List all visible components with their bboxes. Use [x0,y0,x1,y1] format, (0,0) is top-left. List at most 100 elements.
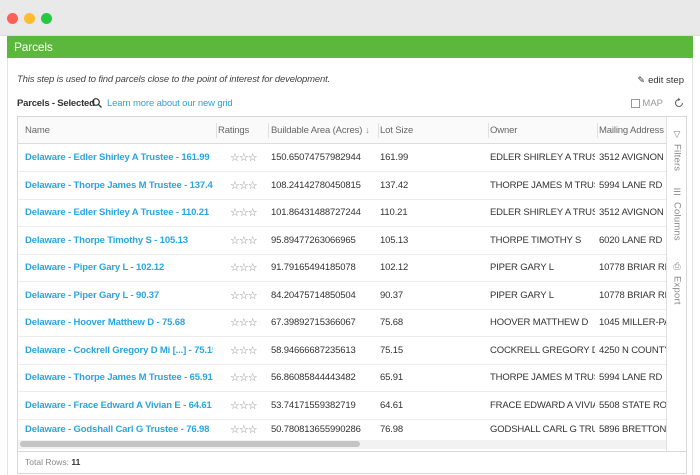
mailing-address-cell: 3512 AVIGNON PL [599,152,666,163]
lot-size-cell: 102.12 [380,262,409,273]
total-rows-label: Total Rows: [25,457,69,467]
buildable-area-cell: 108.24142780450815 [271,179,361,191]
owner-cell: THORPE JAMES M TRUST... [490,372,595,383]
grid-footer: Total Rows: 11 [17,452,687,474]
mailing-address-cell: 5508 STATE ROUTE [599,399,666,411]
buildable-area-cell: 53.74171559382719 [271,399,356,411]
map-button[interactable]: MAP [631,98,663,109]
section-title: Parcels [14,40,53,54]
column-header-ratings[interactable]: Ratings [218,117,268,143]
export-tab[interactable]: ⎙ Export [667,261,686,305]
section-header: Parcels [7,36,693,58]
pencil-icon: ✎ [637,75,646,85]
learn-grid-link[interactable]: Learn more about our new grid [107,98,233,109]
column-header-lot-size[interactable]: Lot Size [380,117,485,143]
export-icon: ⎙ [673,261,681,271]
table-row[interactable]: Delaware - Thorpe James M Trustee - 137.… [18,172,666,200]
parcel-name-link[interactable]: Delaware - Godshall Carl G Trustee - 76.… [25,424,209,435]
buildable-area-cell: 150.65074757982944 [271,152,361,163]
owner-cell: FRACE EDWARD A VIVIAN E [490,399,595,411]
lot-size-cell: 75.68 [380,317,404,328]
parcel-name-link[interactable]: Delaware - Piper Gary L - 102.12 [25,262,164,273]
search-icon[interactable] [91,97,103,109]
buildable-area-cell: 67.39892715366067 [271,317,356,328]
table-row[interactable]: Delaware - Thorpe James M Trustee - 65.9… [18,364,666,392]
lot-size-cell: 110.21 [380,207,408,218]
horizontal-scrollbar[interactable] [18,440,666,449]
parcel-name-link[interactable]: Delaware - Frace Edward A Vivian E - 64.… [25,400,212,411]
rating-stars[interactable]: ☆☆☆ [218,316,258,329]
close-window-button[interactable] [7,13,18,24]
owner-cell: THORPE TIMOTHY S [490,234,582,246]
grid-side-panel: ▽ Filters ☰ Columns ⎙ Export [666,117,686,451]
owner-cell: GODSHALL CARL G TRUST... [490,423,595,435]
column-header-owner[interactable]: Owner [490,117,595,143]
parcel-name-link[interactable]: Delaware - Thorpe James M Trustee - 137.… [25,180,213,191]
mailing-address-cell: 10778 BRIAR RD [599,262,666,273]
parcels-panel: This step is used to find parcels close … [7,58,693,475]
export-tab-label: Export [671,276,683,305]
grid-body: Name Ratings Buildable Area (Acres) ↓ Lo… [18,117,666,451]
parcels-grid: Name Ratings Buildable Area (Acres) ↓ Lo… [17,116,687,452]
total-rows-value: 11 [71,457,81,467]
lot-size-cell: 64.61 [380,399,404,411]
parcel-name-link[interactable]: Delaware - Hoover Matthew D - 75.68 [25,317,185,328]
lot-size-cell: 105.13 [380,234,409,246]
table-row[interactable]: Delaware - Godshall Carl G Trustee - 76.… [18,418,666,440]
columns-tab[interactable]: ☰ Columns [667,187,686,241]
table-row[interactable]: Delaware - Piper Gary L - 90.37 ☆☆☆ 84.2… [18,282,666,310]
parcel-name-link[interactable]: Delaware - Edler Shirley A Trustee - 110… [25,207,209,218]
minimize-window-button[interactable] [24,13,35,24]
parcel-name-link[interactable]: Delaware - Edler Shirley A Trustee - 161… [25,152,210,163]
filters-tab[interactable]: ▽ Filters [667,129,686,171]
rating-stars[interactable]: ☆☆☆ [218,344,258,357]
grid-header-row: Name Ratings Buildable Area (Acres) ↓ Lo… [18,117,666,144]
step-description: This step is used to find parcels close … [17,74,331,85]
column-header-mailing-address[interactable]: Mailing Address [599,117,666,143]
horizontal-scroll-thumb[interactable] [20,441,360,447]
parcel-name-link[interactable]: Delaware - Cockrell Gregory D Mi [...] -… [25,345,213,356]
owner-cell: EDLER SHIRLEY A TRUSTEE [490,207,595,218]
table-row[interactable]: Delaware - Thorpe Timothy S - 105.13 ☆☆☆… [18,227,666,255]
column-header-name[interactable]: Name [25,117,213,143]
lot-size-cell: 161.99 [380,152,409,163]
buildable-area-cell: 101.86431488727244 [271,207,361,218]
rating-stars[interactable]: ☆☆☆ [218,289,258,302]
rating-stars[interactable]: ☆☆☆ [218,261,258,274]
edit-step-button[interactable]: ✎ edit step [638,75,684,86]
mailing-address-cell: 5994 LANE RD [599,179,663,191]
rating-stars[interactable]: ☆☆☆ [218,371,258,384]
rating-stars[interactable]: ☆☆☆ [218,151,258,164]
parcel-name-link[interactable]: Delaware - Thorpe James M Trustee - 65.9… [25,372,213,383]
rating-stars[interactable]: ☆☆☆ [218,423,258,436]
mailing-address-cell: 4250 N COUNTY LIN [599,344,666,356]
column-header-buildable-area[interactable]: Buildable Area (Acres) ↓ [270,117,375,143]
parcel-name-link[interactable]: Delaware - Piper Gary L - 90.37 [25,290,159,301]
buildable-area-cell: 91.79165494185078 [271,262,356,273]
zoom-window-button[interactable] [41,13,52,24]
edit-step-label: edit step [648,75,684,86]
buildable-area-cell: 58.94666687235613 [271,344,356,356]
rating-stars[interactable]: ☆☆☆ [218,399,258,412]
table-row[interactable]: Delaware - Frace Edward A Vivian E - 64.… [18,392,666,420]
rating-stars[interactable]: ☆☆☆ [218,234,258,247]
mailing-address-cell: 6020 LANE RD [599,234,663,246]
owner-cell: HOOVER MATTHEW D [490,317,589,328]
buildable-area-cell: 95.89477263066965 [271,234,356,246]
table-row[interactable]: Delaware - Cockrell Gregory D Mi [...] -… [18,337,666,365]
table-row[interactable]: Delaware - Piper Gary L - 102.12 ☆☆☆ 91.… [18,254,666,282]
table-row[interactable]: Delaware - Hoover Matthew D - 75.68 ☆☆☆ … [18,309,666,337]
lot-size-cell: 137.42 [380,179,409,191]
mailing-address-cell: 1045 MILLER-PAUL [599,317,666,328]
table-row[interactable]: Delaware - Edler Shirley A Trustee - 110… [18,199,666,227]
table-row[interactable]: Delaware - Edler Shirley A Trustee - 161… [18,144,666,172]
rating-stars[interactable]: ☆☆☆ [218,206,258,219]
refresh-icon[interactable] [673,97,685,109]
parcel-name-link[interactable]: Delaware - Thorpe Timothy S - 105.13 [25,235,188,246]
owner-cell: EDLER SHIRLEY A TRUSTEE [490,152,595,163]
window-title-bar [0,0,700,36]
buildable-area-cell: 56.86085844443482 [271,372,356,383]
buildable-area-cell: 50.780813655990286 [271,423,361,435]
rating-stars[interactable]: ☆☆☆ [218,179,258,192]
mailing-address-cell: 10778 BRIAR RD [599,289,666,301]
